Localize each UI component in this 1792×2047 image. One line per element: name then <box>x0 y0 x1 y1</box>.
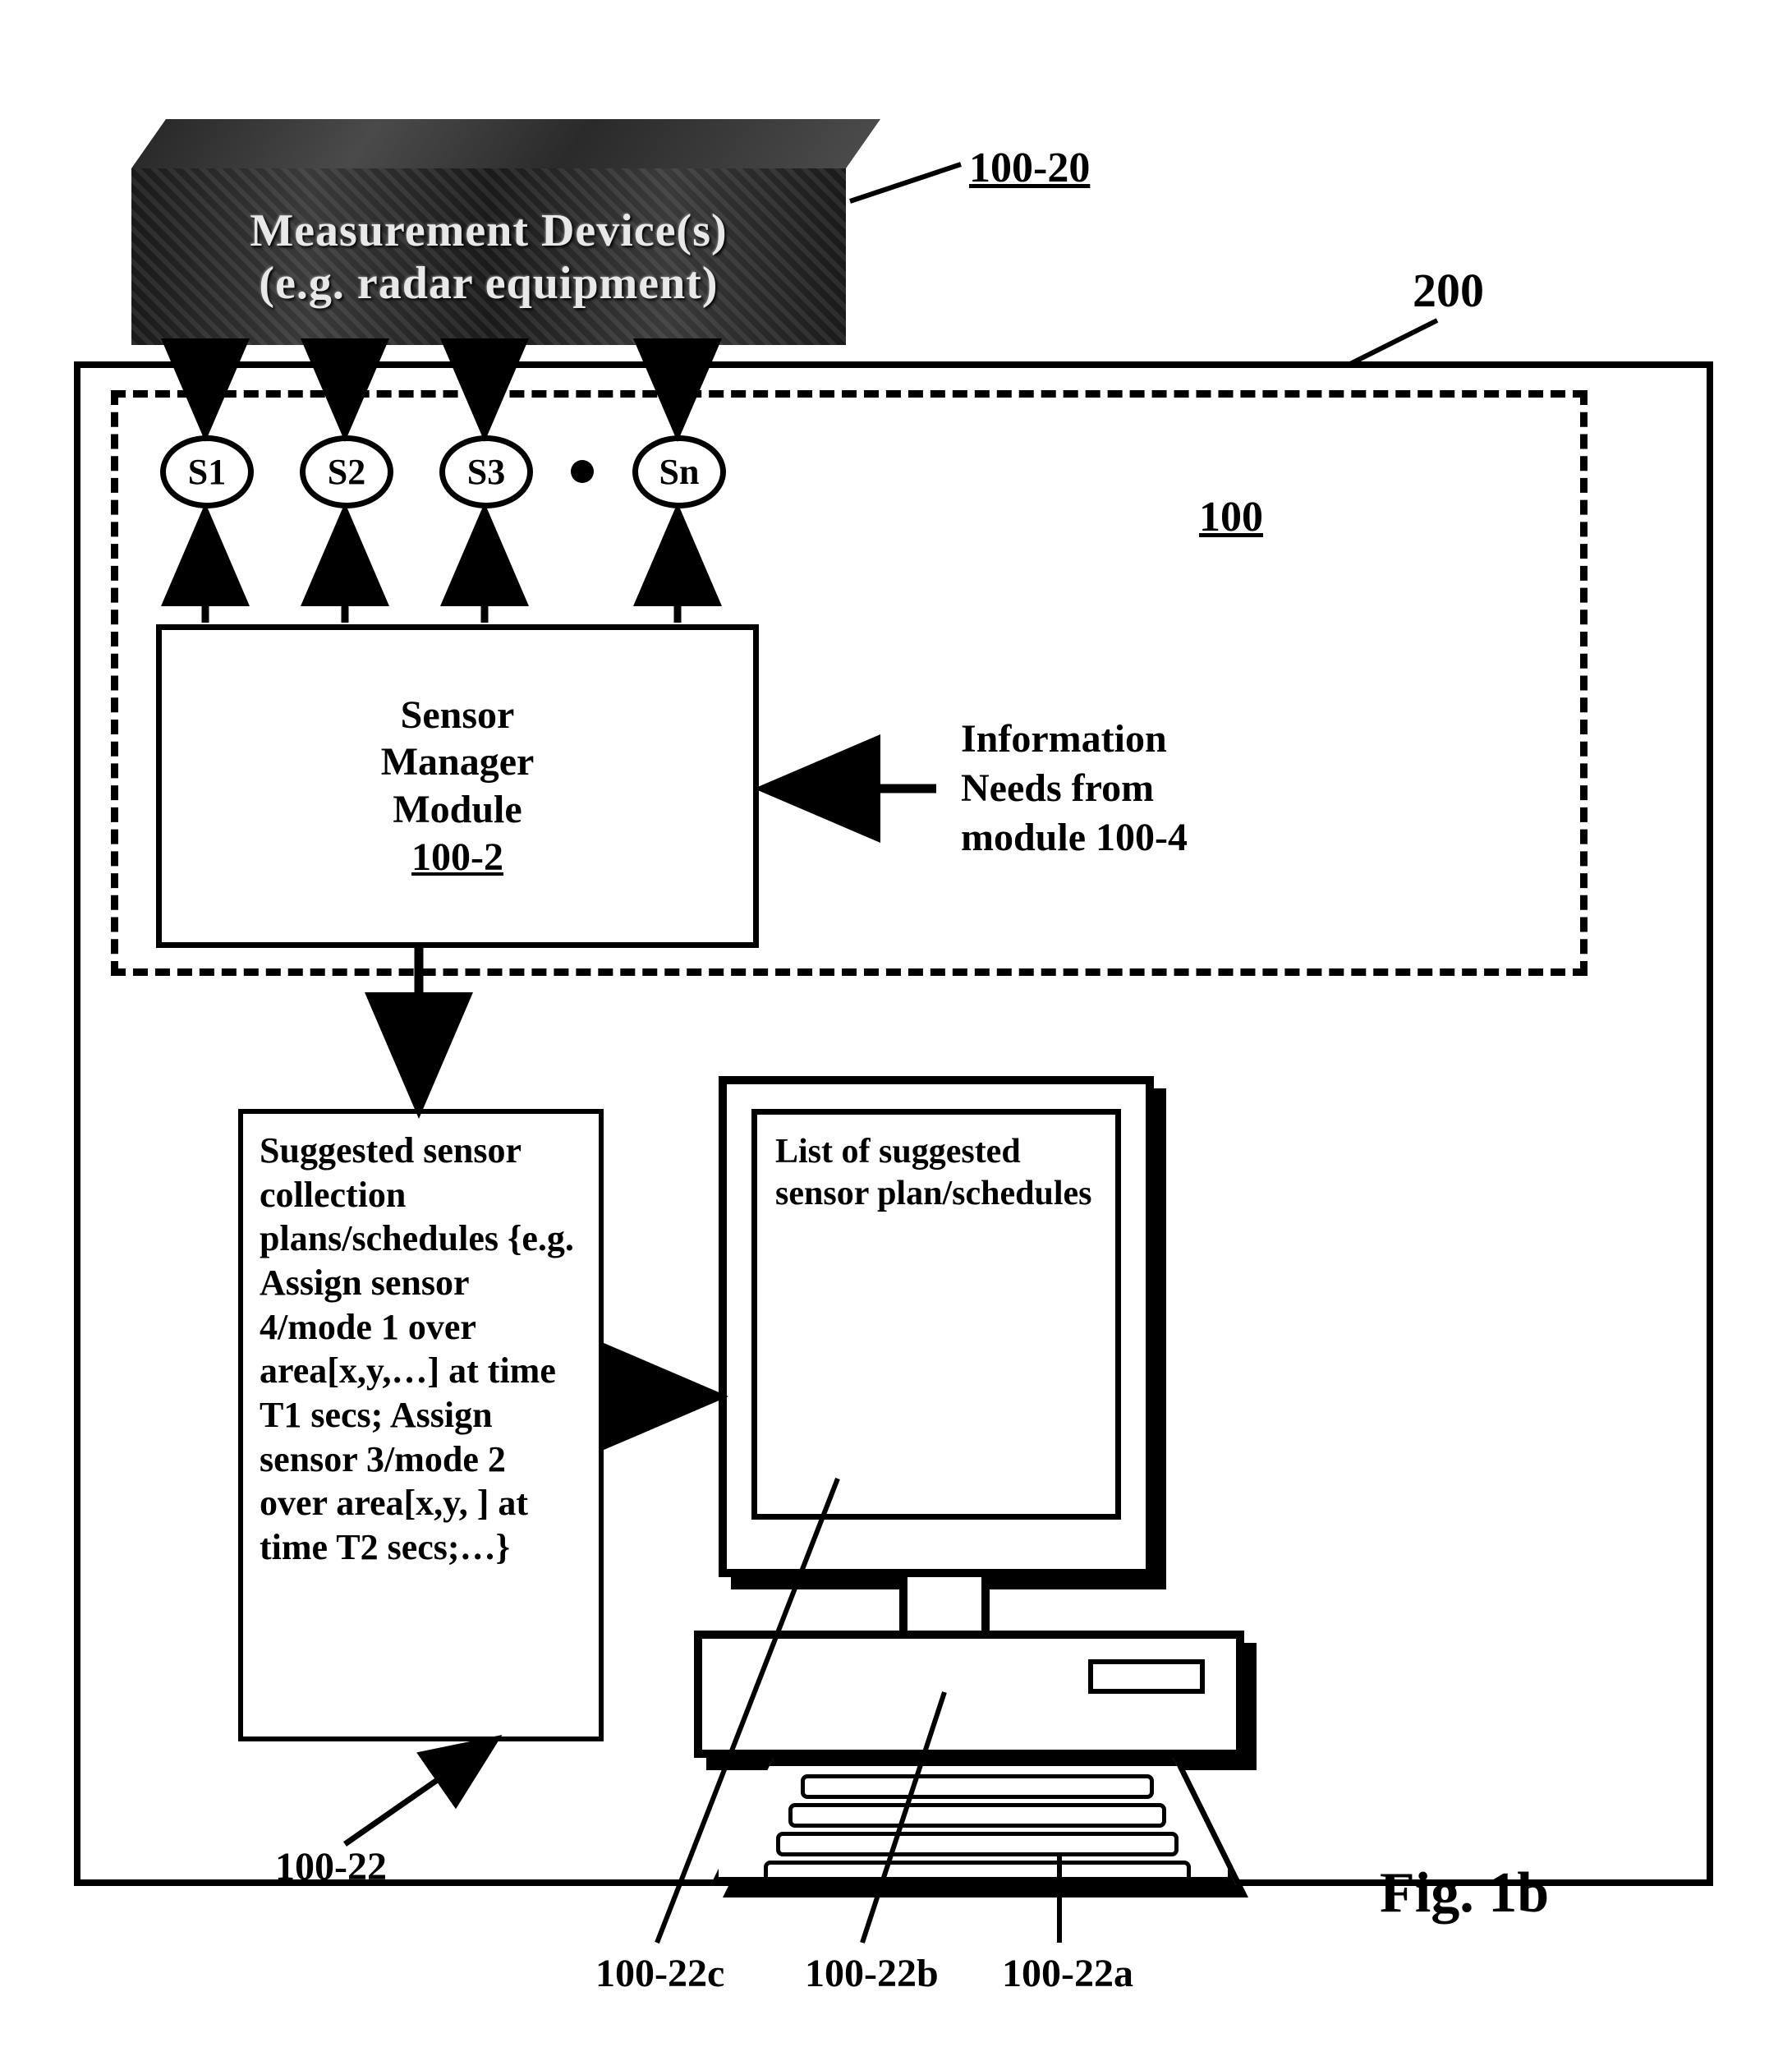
smm-line1: Sensor <box>401 692 515 739</box>
info-line1: Information <box>961 715 1289 764</box>
monitor-text: List of suggested sensor plan/schedules <box>775 1131 1097 1215</box>
sensor-ellipsis-dot <box>571 460 594 483</box>
info-line3: module 100-4 <box>961 813 1289 862</box>
device-front-face: Measurement Device(s) (e.g. radar equipm… <box>131 168 846 345</box>
ref-label-100-20: 100-20 <box>969 144 1090 192</box>
ref-label-100: 100 <box>1199 493 1263 541</box>
suggested-plans-box: Suggested sensor collection plans/schedu… <box>238 1109 604 1741</box>
information-needs-label: Information Needs from module 100-4 <box>961 715 1289 862</box>
sensor-manager-module-box: Sensor Manager Module 100-2 <box>156 624 759 948</box>
sensor-s3: S3 <box>439 435 533 508</box>
ref-label-100-22c: 100-22c <box>595 1951 724 1996</box>
computer-terminal: List of suggested sensor plan/schedules <box>673 1068 1281 1856</box>
measurement-device-block: Measurement Device(s) (e.g. radar equipm… <box>131 119 846 345</box>
base-slot <box>1088 1659 1205 1694</box>
smm-ref: 100-2 <box>411 834 503 881</box>
monitor-screen: List of suggested sensor plan/schedules <box>751 1109 1121 1520</box>
ref-label-200: 200 <box>1413 263 1484 318</box>
suggested-plans-text: Suggested sensor collection plans/schedu… <box>260 1129 582 1570</box>
sensor-s2-label: S2 <box>328 451 365 493</box>
info-line2: Needs from <box>961 764 1289 813</box>
ref-label-100-22a: 100-22a <box>1002 1951 1133 1996</box>
monitor-neck <box>899 1577 990 1631</box>
base-body <box>694 1631 1244 1758</box>
sensor-s1-label: S1 <box>188 451 226 493</box>
device-top-face <box>131 119 880 168</box>
sensor-s3-label: S3 <box>467 451 505 493</box>
keyboard-key-row <box>788 1803 1166 1828</box>
ref-label-100-22b: 100-22b <box>805 1951 939 1996</box>
keyboard-key-row <box>776 1832 1179 1856</box>
keyboard-key-row <box>764 1861 1191 1885</box>
ref-label-100-22: 100-22 <box>275 1844 387 1889</box>
keyboard-key-row <box>801 1774 1154 1799</box>
sensor-s1: S1 <box>160 435 254 508</box>
smm-line3: Module <box>393 786 522 834</box>
sensor-sn-label: Sn <box>659 451 700 493</box>
smm-line2: Manager <box>381 738 535 786</box>
device-label-line1: Measurement Device(s) <box>250 205 727 257</box>
device-label-line2: (e.g. radar equipment) <box>259 257 718 310</box>
figure-label: Fig. 1b <box>1380 1861 1549 1926</box>
sensor-sn: Sn <box>632 435 726 508</box>
sensor-s2: S2 <box>300 435 393 508</box>
